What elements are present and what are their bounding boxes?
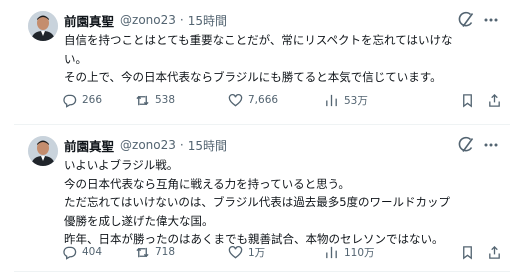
like-icon (228, 93, 243, 106)
views-button[interactable]: 110万 (324, 245, 434, 260)
post-text: 自信を持つことはとても重要なことだが、常にリスペクトを忘れてはいけな い。 その… (64, 31, 494, 87)
bookmark-button[interactable] (460, 93, 475, 108)
views-icon (326, 94, 337, 106)
repost-count: 538 (155, 94, 176, 106)
repost-button[interactable]: 538 (135, 93, 228, 108)
post-text-line: 自信を持つことはとても重要なことだが、常にリスペクトを忘れてはいけな (64, 33, 453, 47)
view-count: 53万 (344, 94, 368, 107)
post-text: いよいよブラジル戦。 今の日本代表なら互角に戦える力を持っていると思う。 ただ忘… (64, 156, 494, 249)
like-count: 1万 (248, 246, 266, 259)
share-icon (489, 93, 500, 107)
post-header: 前園真聖 @zono23 · 15時間 (64, 11, 227, 29)
post-text-line: いよいよブラジル戦。 (64, 158, 179, 172)
separator-dot: · (179, 138, 184, 152)
reply-icon (63, 94, 77, 108)
post[interactable]: 前園真聖 @zono23 · 15時間 自信を持つことはとても重要なことだが、常… (14, 0, 510, 125)
post-text-line: その上で、今の日本代表ならブラジルにも勝てると本気で信じています。 (64, 70, 442, 84)
bookmark-icon (463, 245, 472, 259)
reply-button[interactable]: 266 (62, 93, 135, 108)
author-handle[interactable]: @zono23 (120, 13, 176, 27)
repost-button[interactable]: 718 (135, 245, 228, 260)
avatar[interactable] (28, 11, 58, 41)
post[interactable]: 前園真聖 @zono23 · 15時間 いよいよブラジル戦。 今の日本代表なら互… (14, 125, 510, 272)
share-icon (489, 245, 500, 259)
views-button[interactable]: 53万 (324, 93, 434, 108)
views-icon (326, 246, 337, 258)
share-button[interactable] (487, 245, 502, 260)
reply-count: 404 (82, 246, 103, 258)
action-bar: 266 538 7,666 53万 (62, 90, 502, 110)
author-handle[interactable]: @zono23 (120, 138, 176, 152)
post-text-line: 優勝を成し遂げた偉大な国。 (64, 213, 214, 228)
post-text-line: ただ忘れてはいけないのは、ブラジル代表は過去最多5度のワールドカップ (64, 195, 451, 209)
grok-icon[interactable] (456, 135, 476, 155)
share-button[interactable] (487, 93, 502, 108)
post-header: 前園真聖 @zono23 · 15時間 (64, 136, 227, 154)
reply-icon (63, 246, 77, 260)
repost-icon (136, 95, 149, 105)
like-button[interactable]: 1万 (228, 245, 324, 260)
repost-count: 718 (155, 246, 176, 258)
view-count: 110万 (344, 246, 375, 259)
avatar[interactable] (28, 136, 58, 166)
grok-icon[interactable] (456, 10, 476, 30)
post-text-line: い。 (64, 51, 87, 66)
more-options-icon[interactable] (482, 136, 500, 154)
post-time[interactable]: 15時間 (188, 12, 227, 29)
reply-count: 266 (82, 94, 103, 106)
bookmark-button[interactable] (460, 245, 475, 260)
like-button[interactable]: 7,666 (228, 93, 324, 108)
author-name[interactable]: 前園真聖 (64, 11, 114, 30)
post-text-line: 今の日本代表なら互角に戦える力を持っていると思う。 (64, 176, 350, 191)
reply-button[interactable]: 404 (62, 245, 135, 260)
repost-icon (136, 247, 149, 257)
post-time[interactable]: 15時間 (188, 137, 227, 154)
like-count: 7,666 (248, 94, 279, 106)
author-name[interactable]: 前園真聖 (64, 136, 114, 155)
bookmark-icon (463, 93, 472, 107)
more-options-icon[interactable] (482, 11, 500, 29)
action-bar: 404 718 1万 110万 (62, 242, 502, 262)
like-icon (228, 245, 243, 258)
separator-dot: · (179, 13, 184, 27)
